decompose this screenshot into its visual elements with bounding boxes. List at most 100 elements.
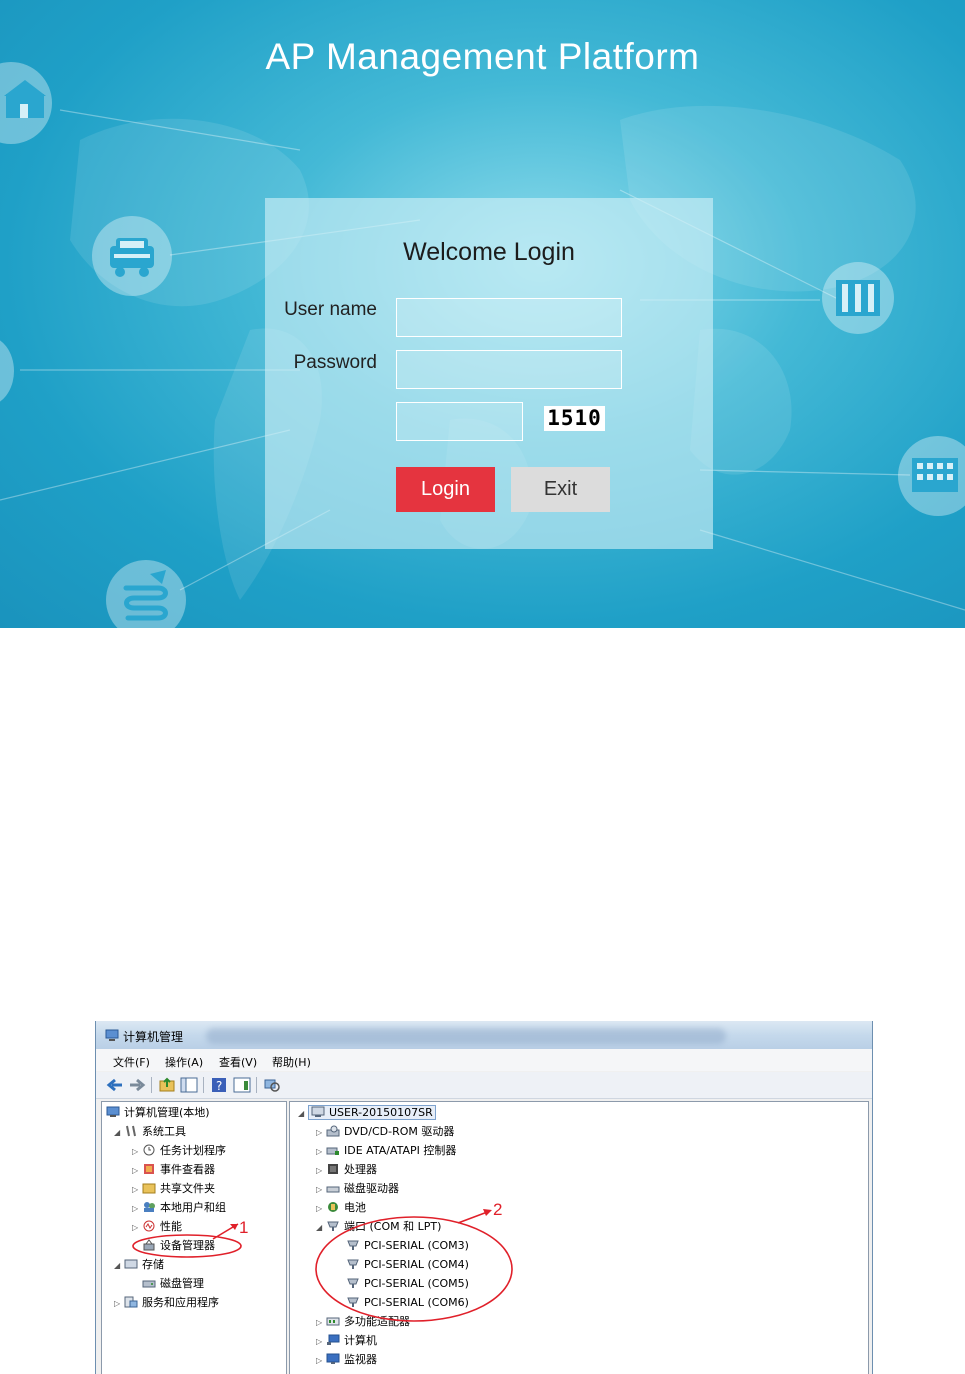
tree-label: 计算机管理(本地) — [124, 1106, 210, 1119]
road-icon — [106, 560, 186, 628]
serial-port-icon — [346, 1277, 360, 1289]
menu-help[interactable]: 帮助(H) — [272, 1054, 311, 1070]
tree-label: IDE ATA/ATAPI 控制器 — [344, 1144, 457, 1157]
collapsed-arrow-icon[interactable]: ▷ — [316, 1352, 326, 1370]
device-category-battery[interactable]: ▷ 电池 — [316, 1199, 366, 1217]
cpu-icon — [326, 1163, 340, 1175]
left-navigation-pane: 计算机管理(本地) ◢ 系统工具 ▷ 任务计划程序 ▷ 事件查看器 ▷ 共享文件夹 ▷ 本… — [101, 1101, 287, 1374]
port-icon — [326, 1220, 340, 1232]
computer-icon — [311, 1106, 325, 1118]
collapsed-arrow-icon[interactable]: ▷ — [132, 1162, 142, 1180]
menu-action[interactable]: 操作(A) — [165, 1054, 203, 1070]
collapsed-arrow-icon[interactable]: ▷ — [132, 1143, 142, 1161]
serial-port-com3[interactable]: PCI-SERIAL (COM3) — [346, 1237, 469, 1255]
device-category-monitor[interactable]: ▷ 监视器 — [316, 1351, 377, 1369]
serial-port-com4[interactable]: PCI-SERIAL (COM4) — [346, 1256, 469, 1274]
collapsed-arrow-icon[interactable]: ▷ — [132, 1200, 142, 1218]
expanded-arrow-icon[interactable]: ◢ — [316, 1219, 326, 1237]
forward-icon[interactable] — [128, 1076, 146, 1094]
collapsed-arrow-icon[interactable]: ▷ — [132, 1219, 142, 1237]
tree-item-local-users[interactable]: ▷ 本地用户和组 — [132, 1199, 226, 1217]
toolbar-separator — [203, 1077, 204, 1093]
toolbar-separator — [151, 1077, 152, 1093]
up-folder-icon[interactable] — [158, 1076, 176, 1094]
help-icon[interactable]: ? — [210, 1076, 228, 1094]
tree-item-storage[interactable]: ◢ 存储 — [114, 1256, 164, 1274]
device-tree-root[interactable]: ◢ USER-20150107SR — [298, 1104, 436, 1122]
tree-item-device-manager[interactable]: 设备管理器 — [142, 1237, 215, 1255]
tree-item-performance[interactable]: ▷ 性能 — [132, 1218, 182, 1236]
tree-item-shared-folders[interactable]: ▷ 共享文件夹 — [132, 1180, 215, 1198]
tree-item-services-apps[interactable]: ▷ 服务和应用程序 — [114, 1294, 219, 1312]
scan-hardware-icon[interactable] — [263, 1076, 281, 1094]
login-button[interactable]: Login — [396, 467, 495, 512]
tree-label: 本地用户和组 — [160, 1201, 226, 1214]
office-building-icon — [898, 436, 965, 516]
title-bar[interactable]: 计算机管理 — [96, 1021, 872, 1049]
device-category-disk[interactable]: ▷ 磁盘驱动器 — [316, 1180, 399, 1198]
computer-management-window: 计算机管理 文件(F) 操作(A) 查看(V) 帮助(H) ? 计算机管理(本地… — [95, 1021, 873, 1374]
back-icon[interactable] — [106, 1076, 124, 1094]
username-input[interactable] — [396, 298, 622, 337]
properties-icon[interactable] — [233, 1076, 251, 1094]
computer-mgmt-icon — [106, 1106, 120, 1118]
storage-icon — [124, 1258, 138, 1270]
menu-view[interactable]: 查看(V) — [219, 1054, 257, 1070]
collapsed-arrow-icon[interactable]: ▷ — [316, 1314, 326, 1332]
device-category-multifunction[interactable]: ▷ 多功能适配器 — [316, 1313, 410, 1331]
expanded-arrow-icon[interactable]: ◢ — [114, 1124, 124, 1142]
serial-port-icon — [346, 1296, 360, 1308]
tree-item-disk-management[interactable]: 磁盘管理 — [142, 1275, 204, 1293]
tree-label: 端口 (COM 和 LPT) — [344, 1220, 442, 1233]
selected-node: USER-20150107SR — [308, 1105, 436, 1120]
disk-mgmt-icon — [142, 1277, 156, 1289]
tree-item-computer-management[interactable]: 计算机管理(本地) — [106, 1104, 210, 1122]
captcha-code[interactable]: 1510 — [544, 406, 605, 431]
expanded-arrow-icon[interactable]: ◢ — [298, 1105, 308, 1123]
tree-label: USER-20150107SR — [329, 1106, 433, 1119]
serial-port-com6[interactable]: PCI-SERIAL (COM6) — [346, 1294, 469, 1312]
collapsed-arrow-icon[interactable]: ▷ — [132, 1181, 142, 1199]
tree-label: 监视器 — [344, 1353, 377, 1366]
tree-label: PCI-SERIAL (COM4) — [364, 1258, 469, 1271]
device-tree-pane: ◢ USER-20150107SR ▷ DVD/CD-ROM 驱动器 ▷ IDE AT… — [289, 1101, 869, 1374]
computer-mgmt-icon — [105, 1028, 119, 1045]
collapsed-arrow-icon[interactable]: ▷ — [316, 1124, 326, 1142]
users-icon — [142, 1201, 156, 1213]
adapter-icon — [326, 1315, 340, 1327]
tree-label: 多功能适配器 — [344, 1315, 410, 1328]
device-category-ide[interactable]: ▷ IDE ATA/ATAPI 控制器 — [316, 1142, 456, 1160]
serial-port-com5[interactable]: PCI-SERIAL (COM5) — [346, 1275, 469, 1293]
exit-button[interactable]: Exit — [511, 467, 610, 512]
collapsed-arrow-icon[interactable]: ▷ — [316, 1143, 326, 1161]
svg-text:?: ? — [216, 1079, 222, 1093]
tree-label: PCI-SERIAL (COM3) — [364, 1239, 469, 1252]
tree-label: 性能 — [160, 1220, 182, 1233]
device-category-ports[interactable]: ◢ 端口 (COM 和 LPT) — [316, 1218, 441, 1236]
captcha-input[interactable] — [396, 402, 523, 441]
collapsed-arrow-icon[interactable]: ▷ — [316, 1333, 326, 1351]
platform-title: AP Management Platform — [265, 36, 700, 77]
login-panel: Welcome Login User name Password 1510 Lo… — [265, 198, 713, 549]
shared-folder-icon — [142, 1182, 156, 1194]
collapsed-arrow-icon[interactable]: ▷ — [316, 1200, 326, 1218]
password-input[interactable] — [396, 350, 622, 389]
tree-item-task-scheduler[interactable]: ▷ 任务计划程序 — [132, 1142, 226, 1160]
expanded-arrow-icon[interactable]: ◢ — [114, 1257, 124, 1275]
tree-label: 事件查看器 — [160, 1163, 215, 1176]
collapsed-arrow-icon[interactable]: ▷ — [114, 1295, 124, 1313]
tree-item-event-viewer[interactable]: ▷ 事件查看器 — [132, 1161, 215, 1179]
device-category-computer[interactable]: ▷ 计算机 — [316, 1332, 377, 1350]
collapsed-arrow-icon[interactable]: ▷ — [316, 1162, 326, 1180]
tree-label: 磁盘驱动器 — [344, 1182, 399, 1195]
dvd-icon — [326, 1125, 340, 1137]
collapsed-arrow-icon[interactable]: ▷ — [316, 1181, 326, 1199]
device-category-processor[interactable]: ▷ 处理器 — [316, 1161, 377, 1179]
menu-file[interactable]: 文件(F) — [113, 1054, 150, 1070]
tree-label: 服务和应用程序 — [142, 1296, 219, 1309]
tree-item-system-tools[interactable]: ◢ 系统工具 — [114, 1123, 186, 1141]
annotation-label-2: 2 — [493, 1200, 503, 1219]
device-category-dvd[interactable]: ▷ DVD/CD-ROM 驱动器 — [316, 1123, 454, 1141]
show-hide-tree-icon[interactable] — [180, 1076, 198, 1094]
building-icon — [822, 262, 894, 334]
